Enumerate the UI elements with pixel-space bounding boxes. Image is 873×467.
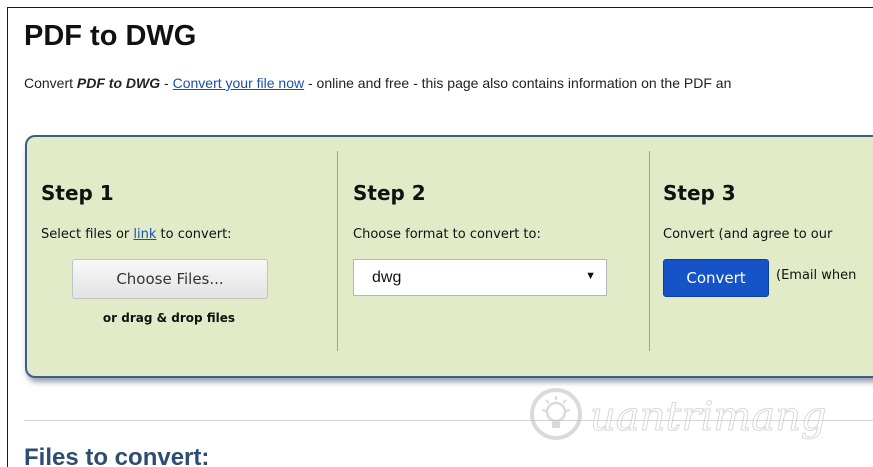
drag-drop-note: or drag & drop files [102, 311, 236, 325]
watermark-logo: uantrimang [524, 380, 828, 450]
intro-emphasis: PDF to DWG [76, 75, 161, 91]
intro-dash: - [160, 75, 173, 91]
convert-button[interactable]: Convert [663, 259, 769, 297]
intro-prefix: Convert [24, 75, 77, 91]
converter-panel: Step 1 Select files or link to convert: … [25, 135, 873, 378]
step-divider [337, 151, 338, 351]
intro-text: Convert PDF to DWG - Convert your file n… [24, 75, 731, 91]
format-select[interactable]: dwg ▼ [353, 259, 607, 296]
dropdown-arrow-icon: ▼ [585, 270, 596, 282]
files-to-convert-heading: Files to convert: [24, 444, 210, 467]
convert-now-link[interactable]: Convert your file now [173, 75, 305, 91]
page-frame: PDF to DWG Convert PDF to DWG - Convert … [7, 7, 873, 467]
step1-description: Select files or link to convert: [41, 227, 232, 242]
step3-title: Step 3 [663, 181, 736, 205]
step-divider [649, 151, 650, 351]
page-title: PDF to DWG [24, 20, 197, 52]
link-option[interactable]: link [133, 227, 156, 242]
step1-desc-before: Select files or [41, 227, 134, 242]
choose-files-button[interactable]: Choose Files... [72, 259, 268, 299]
step1-desc-after: to convert: [156, 227, 232, 242]
step2-description: Choose format to convert to: [353, 227, 541, 242]
step1-title: Step 1 [41, 181, 114, 205]
format-select-value: dwg [372, 269, 402, 286]
watermark-text: uantrimang [590, 394, 828, 441]
step3-description: Convert (and agree to our [663, 227, 833, 242]
email-option-text[interactable]: (Email when [776, 268, 856, 283]
step2-title: Step 2 [353, 181, 426, 205]
intro-suffix: - online and free - this page also conta… [304, 75, 732, 91]
lightbulb-icon [530, 388, 582, 440]
